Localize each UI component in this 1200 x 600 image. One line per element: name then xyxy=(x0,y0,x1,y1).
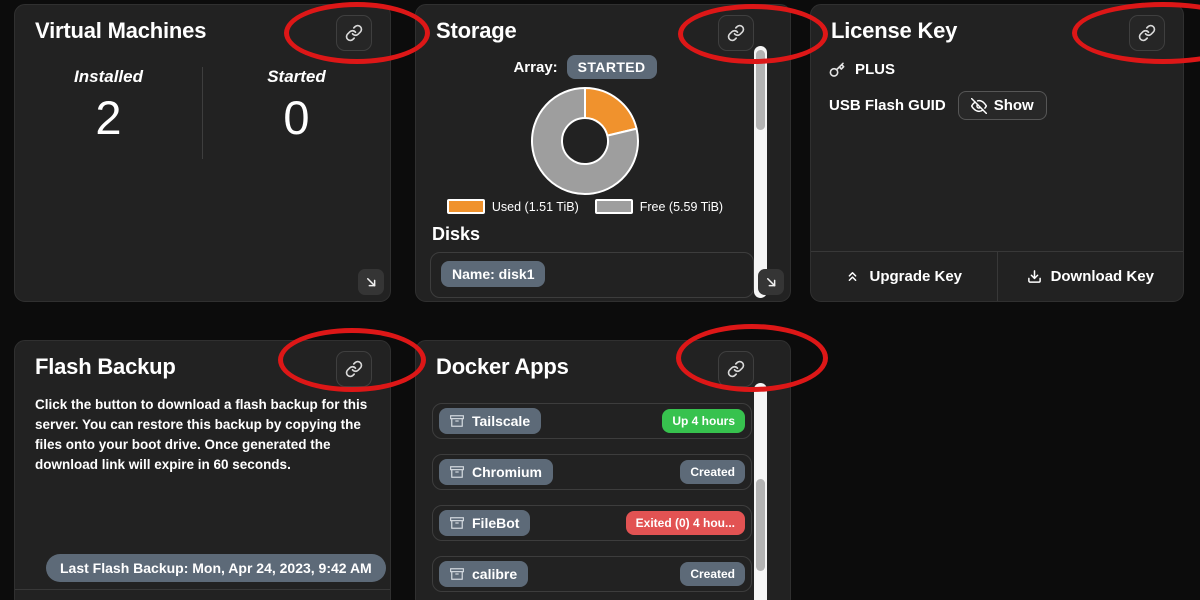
used-legend-label: Used (1.51 TiB) xyxy=(492,200,579,214)
app-status-badge: Up 4 hours xyxy=(662,409,745,433)
vm-link-button[interactable] xyxy=(336,15,372,51)
vm-stat-installed: Installed 2 xyxy=(15,67,203,159)
upgrade-key-button[interactable]: Upgrade Key xyxy=(811,252,998,301)
legend-item-used: Used (1.51 TiB) xyxy=(447,199,579,214)
key-icon xyxy=(829,62,845,78)
license-card-title: License Key xyxy=(831,18,957,44)
vm-started-label: Started xyxy=(203,67,390,87)
docker-scrollbar[interactable] xyxy=(754,383,767,600)
license-link-button[interactable] xyxy=(1129,15,1165,51)
free-swatch xyxy=(595,199,633,214)
flash-card-title: Flash Backup xyxy=(35,354,176,380)
storage-scrollbar[interactable] xyxy=(754,46,767,298)
container-icon xyxy=(450,414,464,428)
app-name-label: Tailscale xyxy=(472,413,530,429)
license-footer: Upgrade Key Download Key xyxy=(811,251,1183,301)
docker-row-filebot: FileBot Exited (0) 4 hou... xyxy=(432,505,752,541)
donut-chart-svg xyxy=(529,85,641,197)
storage-resize-handle[interactable] xyxy=(758,269,784,295)
vm-started-value: 0 xyxy=(203,91,390,145)
app-name-badge-tailscale[interactable]: Tailscale xyxy=(439,408,541,434)
eye-off-icon xyxy=(971,98,987,114)
storage-card-header: Storage xyxy=(416,5,790,51)
flash-card-header: Flash Backup xyxy=(15,341,390,387)
chevrons-up-icon xyxy=(845,269,860,284)
app-name-badge-filebot[interactable]: FileBot xyxy=(439,510,530,536)
storage-card-title: Storage xyxy=(436,18,517,44)
docker-scrollbar-thumb[interactable] xyxy=(756,479,765,571)
app-name-label: calibre xyxy=(472,566,517,582)
download-key-label: Download Key xyxy=(1051,268,1154,285)
app-name-label: Chromium xyxy=(472,464,542,480)
license-plan-label: PLUS xyxy=(855,61,895,78)
app-status-badge: Exited (0) 4 hou... xyxy=(626,511,745,535)
storage-scrollbar-thumb[interactable] xyxy=(756,50,765,130)
docker-row-calibre: calibre Created xyxy=(432,556,752,592)
flash-backup-description: Click the button to download a flash bac… xyxy=(35,395,370,475)
storage-link-button[interactable] xyxy=(718,15,754,51)
last-flash-backup-badge: Last Flash Backup: Mon, Apr 24, 2023, 9:… xyxy=(46,554,386,582)
download-key-button[interactable]: Download Key xyxy=(998,252,1184,301)
link-icon xyxy=(345,360,363,378)
legend-item-free: Free (5.59 TiB) xyxy=(595,199,723,214)
flash-link-button[interactable] xyxy=(336,351,372,387)
container-icon xyxy=(450,465,464,479)
guid-label: USB Flash GUID xyxy=(829,97,946,114)
app-name-label: FileBot xyxy=(472,515,519,531)
storage-chart-legend: Used (1.51 TiB) Free (5.59 TiB) xyxy=(416,199,754,214)
container-icon xyxy=(450,516,464,530)
license-plan-row: PLUS xyxy=(811,61,1183,78)
docker-app-list: Tailscale Up 4 hours Chromium Created Fi… xyxy=(432,403,752,600)
arrow-down-right-icon xyxy=(764,275,779,290)
arrow-down-right-icon xyxy=(364,275,379,290)
vm-resize-handle[interactable] xyxy=(358,269,384,295)
disk-name-badge: Name: disk1 xyxy=(441,261,545,287)
storage-card: Storage Array: STARTED Used (1.51 TiB) F… xyxy=(415,4,791,302)
license-guid-row: USB Flash GUID Show xyxy=(811,91,1183,120)
link-icon xyxy=(1138,24,1156,42)
app-status-badge: Created xyxy=(680,460,745,484)
vm-stats: Installed 2 Started 0 xyxy=(15,67,390,159)
vm-installed-value: 2 xyxy=(15,91,202,145)
download-icon xyxy=(1027,269,1042,284)
link-icon xyxy=(727,24,745,42)
docker-card-title: Docker Apps xyxy=(436,354,569,380)
disk-panel: Name: disk1 xyxy=(430,252,754,298)
docker-card-header: Docker Apps xyxy=(416,341,790,387)
container-icon xyxy=(450,567,464,581)
docker-apps-card: Docker Apps Tailscale Up 4 hours Chromiu… xyxy=(415,340,791,600)
array-status-row: Array: STARTED xyxy=(416,55,754,79)
disks-heading: Disks xyxy=(432,224,790,245)
docker-link-button[interactable] xyxy=(718,351,754,387)
array-status-badge: STARTED xyxy=(567,55,657,79)
array-label: Array: xyxy=(513,59,557,76)
license-key-card: License Key PLUS USB Flash GUID Show Upg… xyxy=(810,4,1184,302)
storage-donut-chart xyxy=(416,85,754,197)
docker-row-chromium: Chromium Created xyxy=(432,454,752,490)
flash-backup-card: Flash Backup Click the button to downloa… xyxy=(14,340,391,600)
vm-card-title: Virtual Machines xyxy=(35,18,206,44)
vm-card-header: Virtual Machines xyxy=(15,5,390,51)
show-button-label: Show xyxy=(994,97,1034,114)
license-card-header: License Key xyxy=(811,5,1183,51)
used-swatch xyxy=(447,199,485,214)
flash-footer-divider xyxy=(15,589,390,590)
upgrade-key-label: Upgrade Key xyxy=(869,268,962,285)
link-icon xyxy=(345,24,363,42)
show-guid-button[interactable]: Show xyxy=(958,91,1047,120)
virtual-machines-card: Virtual Machines Installed 2 Started 0 xyxy=(14,4,391,302)
vm-installed-label: Installed xyxy=(15,67,202,87)
link-icon xyxy=(727,360,745,378)
free-legend-label: Free (5.59 TiB) xyxy=(640,200,723,214)
app-status-badge: Created xyxy=(680,562,745,586)
app-name-badge-calibre[interactable]: calibre xyxy=(439,561,528,587)
app-name-badge-chromium[interactable]: Chromium xyxy=(439,459,553,485)
docker-row-tailscale: Tailscale Up 4 hours xyxy=(432,403,752,439)
vm-stat-started: Started 0 xyxy=(203,67,390,159)
